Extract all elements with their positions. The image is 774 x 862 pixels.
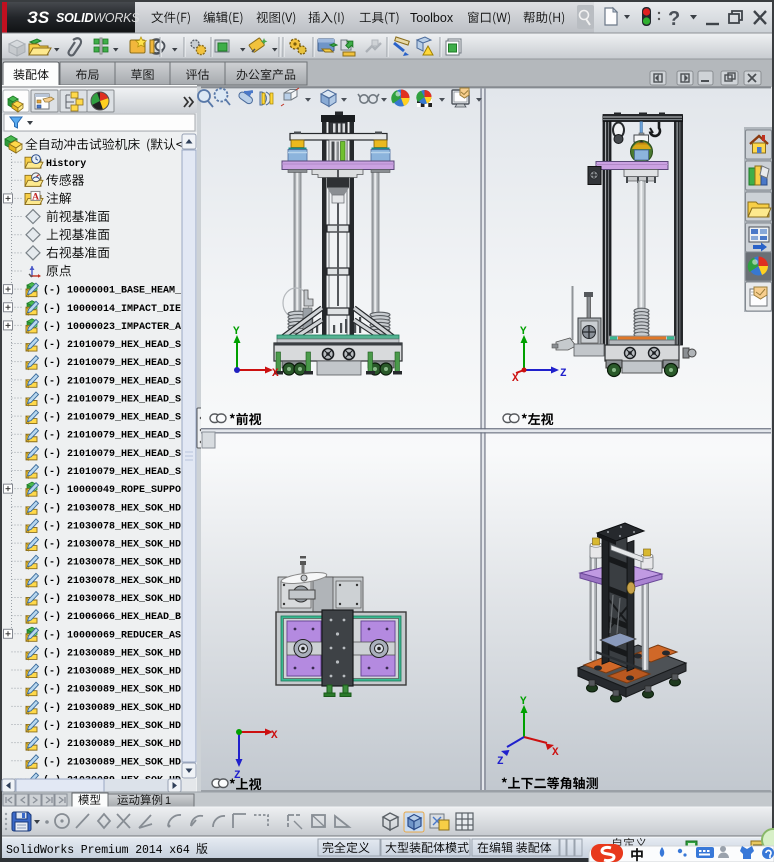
svg-text:1: 1 [165, 795, 171, 807]
svg-text:History: History [46, 158, 86, 170]
svg-text:Y: Y [233, 326, 240, 338]
svg-text:(-) 21030078_HEX_SOK_HD: (-) 21030078_HEX_SOK_HD [43, 520, 181, 532]
svg-text:(-) 21030089_HEX_SOK_HD: (-) 21030089_HEX_SOK_HD [43, 647, 181, 659]
svg-text:X: X [512, 373, 519, 385]
svg-text:Toolbox: Toolbox [410, 11, 454, 25]
svg-text:(-) 21030078_HEX_SOK_HD: (-) 21030078_HEX_SOK_HD [43, 593, 181, 605]
svg-text:(-) 21030078_HEX_SOK_HD: (-) 21030078_HEX_SOK_HD [43, 502, 181, 514]
svg-text:SOLIDWORKS: SOLIDWORKS [56, 11, 140, 25]
svg-text:(-) 21030078_HEX_SOK_HD: (-) 21030078_HEX_SOK_HD [43, 575, 181, 587]
svg-text:Z: Z [497, 756, 504, 768]
svg-text:(-) 10000069_REDUCER_AS: (-) 10000069_REDUCER_AS [43, 629, 181, 641]
svg-text:X: X [271, 730, 278, 742]
svg-text:(-) 21030089_HEX_SOK_HD: (-) 21030089_HEX_SOK_HD [43, 702, 181, 714]
svg-text:(-) 21030089_HEX_SOK_HD: (-) 21030089_HEX_SOK_HD [43, 666, 181, 678]
svg-text:Z: Z [234, 770, 241, 782]
svg-text:(-) 21030089_HEX_SOK_HD: (-) 21030089_HEX_SOK_HD [43, 684, 181, 696]
svg-text:(-) 21030089_HEX_SOK_HD: (-) 21030089_HEX_SOK_HD [43, 738, 181, 750]
svg-text:(-) 21030089_HEX_SOK_HD: (-) 21030089_HEX_SOK_HD [43, 720, 181, 732]
svg-text:(-) 21010079_HEX_HEAD_S: (-) 21010079_HEX_HEAD_S [43, 393, 181, 405]
svg-text:(-) 21006066_HEX_HEAD_B: (-) 21006066_HEX_HEAD_B [43, 611, 181, 623]
svg-text:(-) 21030078_HEX_SOK_HD: (-) 21030078_HEX_SOK_HD [43, 539, 181, 551]
svg-text:X: X [552, 747, 559, 759]
svg-text:(-) 21010079_HEX_HEAD_S: (-) 21010079_HEX_HEAD_S [43, 375, 181, 387]
svg-text:?: ? [668, 8, 680, 30]
svg-text:(-) 21010079_HEX_HEAD_S: (-) 21010079_HEX_HEAD_S [43, 430, 181, 442]
svg-text:(-) 21010079_HEX_HEAD_S: (-) 21010079_HEX_HEAD_S [43, 448, 181, 460]
svg-text:ЗS: ЗS [27, 8, 50, 27]
svg-text:(-) 21010079_HEX_HEAD_S: (-) 21010079_HEX_HEAD_S [43, 339, 181, 351]
svg-text:(-) 10000023_IMPACTER_A: (-) 10000023_IMPACTER_A [43, 321, 181, 333]
svg-text:Y: Y [520, 326, 527, 338]
svg-text:(-) 21010079_HEX_HEAD_S: (-) 21010079_HEX_HEAD_S [43, 466, 181, 478]
svg-text:(-) 21030078_HEX_SOK_HD: (-) 21030078_HEX_SOK_HD [43, 557, 181, 569]
svg-text:(-) 21030089_HEX_SOK_HD: (-) 21030089_HEX_SOK_HD [43, 756, 181, 768]
svg-text:Z: Z [560, 368, 567, 380]
svg-text:(-) 21010079_HEX_HEAD_S: (-) 21010079_HEX_HEAD_S [43, 357, 181, 369]
svg-text:(-) 21010079_HEX_HEAD_S: (-) 21010079_HEX_HEAD_S [43, 412, 181, 424]
svg-text:(-) 10000049_ROPE_SUPPO: (-) 10000049_ROPE_SUPPO [43, 484, 181, 496]
svg-text:A: A [32, 192, 39, 202]
svg-text:(-) 10000014_IMPACT_DIE: (-) 10000014_IMPACT_DIE [43, 303, 181, 315]
svg-text:(-) 10000001_BASE_HEAM_: (-) 10000001_BASE_HEAM_ [43, 285, 182, 297]
svg-text:X: X [272, 368, 279, 380]
svg-text:Y: Y [520, 696, 527, 708]
svg-text:SolidWorks Premium 2014 x64: SolidWorks Premium 2014 x64 [6, 844, 190, 857]
